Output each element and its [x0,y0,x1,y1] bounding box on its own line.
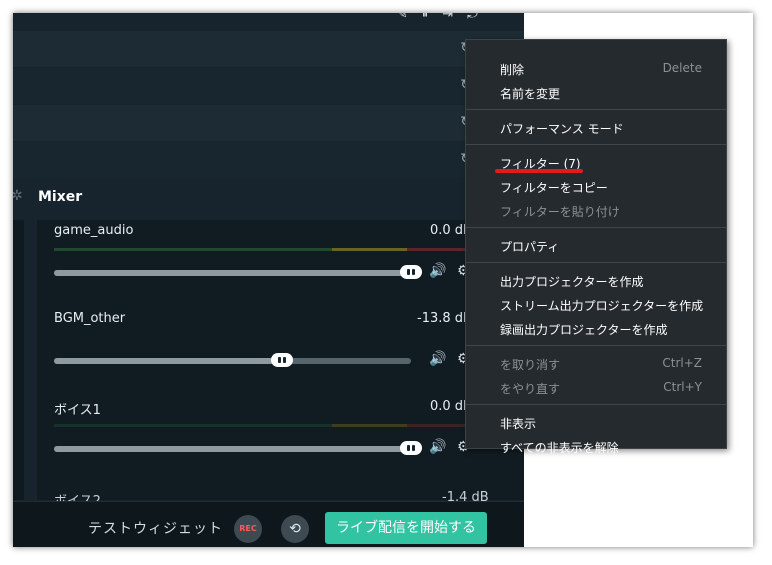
source-name: ボイス1 [54,403,101,418]
volume-handle[interactable] [271,353,294,367]
mixer-item: ボイス1 0.0 dB 🔊 ⚙ [37,396,524,484]
speaker-icon[interactable]: 🔊 [429,439,446,455]
mixer-panel: game_audio 0.0 dB 🔊 ⚙ BGM_other -13.8 dB… [37,220,524,509]
volume-fill [54,270,411,276]
mixer-header: ✲ Mixer [13,180,524,216]
volume-slider[interactable] [54,265,422,279]
menu-item-create-projector[interactable]: 出力プロジェクターを作成 [500,273,644,290]
toolbar-icon[interactable]: ✎ [397,13,422,22]
menu-separator [466,227,726,228]
menu-item-hide[interactable]: 非表示 [500,415,536,432]
menu-item-unhide-all[interactable]: すべての非表示を解除 [500,439,619,456]
volume-handle[interactable] [400,265,422,279]
source-row[interactable]: ↻ [13,68,524,104]
record-button[interactable]: REC [234,515,262,543]
volume-fill [54,446,411,452]
menu-item-copy-filters[interactable]: フィルターをコピー [500,179,608,196]
gear-icon[interactable]: ✲ [13,188,23,204]
menu-item-paste-filters: フィルターを貼り付け [500,205,620,219]
left-panel-edge [13,220,24,500]
rec-label: REC [239,524,257,533]
replay-buffer-icon[interactable]: ⟲ [281,515,309,543]
volume-fill [54,358,283,364]
shortcut-undo: Ctrl+Z [662,356,702,370]
shortcut-redo: Ctrl+Y [663,380,702,394]
menu-item-delete[interactable]: 削除 [500,61,524,78]
mixer-item: BGM_other -13.8 dB 🔊 ⚙ [37,308,524,396]
menu-separator [466,109,726,110]
shortcut-delete: Delete [662,61,702,75]
toolbar-icon[interactable]: ⤾ [467,13,492,22]
toolbar-icon[interactable]: ⇥ [442,13,467,22]
context-menu: 削除 Delete 名前を変更 パフォーマンス モード フィルター (7) フィ… [465,39,727,455]
source-row[interactable]: ↻ [13,142,524,178]
source-row[interactable]: ↻ [13,105,524,141]
menu-item-properties[interactable]: プロパティ [500,238,559,255]
source-row[interactable]: ↻ [13,31,524,67]
screenshot-frame: ✎⏸⇥⤾ ↻ ↻ ↻ ↻ ✲ Mixer game_audio 0.0 dB [13,13,753,547]
menu-item-performance-mode[interactable]: パフォーマンス モード [500,120,624,137]
go-live-button[interactable]: ライブ配信を開始する [325,512,487,544]
menu-item-record-projector[interactable]: 録画出力プロジェクターを作成 [500,321,668,338]
volume-handle[interactable] [400,441,422,455]
scene-toolbar: ✎⏸⇥⤾ [397,13,492,22]
mixer-item: game_audio 0.0 dB 🔊 ⚙ [37,220,524,308]
speaker-icon[interactable]: 🔊 [429,263,446,279]
footer-bar: テストウィジェット REC ⟲ ライブ配信を開始する [13,501,524,547]
menu-item-redo: をやり直す [500,382,561,396]
menu-item-stream-projector[interactable]: ストリーム出力プロジェクターを作成 [500,297,703,314]
source-name: game_audio [54,223,134,238]
menu-item-rename[interactable]: 名前を変更 [500,85,560,102]
level-meter [54,424,484,427]
menu-separator [466,262,726,263]
toolbar-icon[interactable]: ⏸ [422,13,443,22]
highlight-underline [495,169,583,173]
speaker-icon[interactable]: 🔊 [429,351,446,367]
level-meter [54,248,484,251]
menu-separator [466,345,726,346]
menu-separator [466,404,726,405]
menu-item-undo: を取り消す [500,358,561,372]
streamlabs-app: ✎⏸⇥⤾ ↻ ↻ ↻ ↻ ✲ Mixer game_audio 0.0 dB [13,13,524,547]
menu-separator [466,144,726,145]
source-name: BGM_other [54,311,126,326]
volume-slider[interactable] [54,441,422,455]
test-widgets-button[interactable]: テストウィジェット [88,518,223,538]
mixer-title: Mixer [38,189,83,205]
volume-slider[interactable] [54,353,411,367]
volume-db: -13.8 dB [417,311,472,326]
